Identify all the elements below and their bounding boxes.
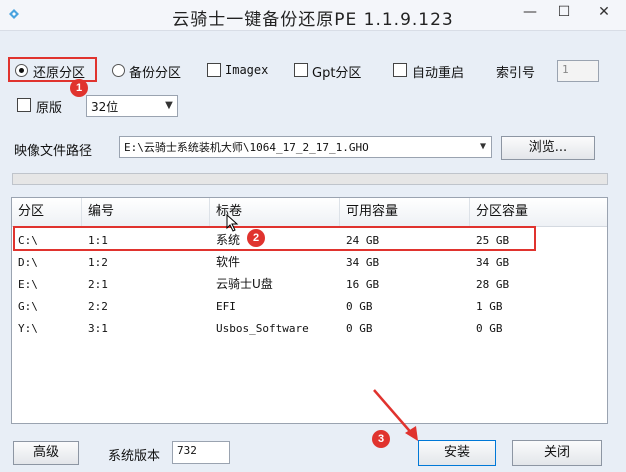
backup-partition-label: 备份分区 — [129, 66, 182, 81]
minimize-icon[interactable]: — — [516, 2, 544, 22]
browse-button[interactable]: 浏览... — [501, 136, 595, 160]
table-row[interactable]: G:\ 2:2 EFI 0 GB 1 GB — [12, 296, 607, 317]
original-version-checkbox[interactable] — [17, 98, 31, 112]
cell-number: 2:1 — [88, 278, 108, 291]
bits-select[interactable]: 32位 ▼ — [86, 95, 178, 117]
cell-number: 1:2 — [88, 256, 108, 269]
cell-partition: Y:\ — [18, 322, 38, 335]
cell-free-space: 0 GB — [346, 300, 373, 313]
cell-partition: G:\ — [18, 300, 38, 313]
image-path-select[interactable]: E:\云骑士系统装机大师\1064_17_2_17_1.GHO ▼ — [119, 136, 492, 158]
step-badge-2: 2 — [247, 229, 265, 247]
table-row[interactable]: E:\ 2:1 云骑士U盘 16 GB 28 GB — [12, 274, 607, 295]
table-header: 分区 编号 标卷 可用容量 分区容量 — [12, 198, 607, 227]
gpt-partition-checkbox[interactable] — [294, 63, 308, 77]
cell-volume: EFI — [216, 300, 236, 313]
auto-reboot-label: 自动重启 — [412, 66, 465, 81]
cell-capacity: 1 GB — [476, 300, 503, 313]
header-partition: 分区 — [12, 198, 82, 226]
restore-partition-radio[interactable] — [15, 64, 28, 77]
cell-partition: E:\ — [18, 278, 38, 291]
gpt-partition-label: Gpt分区 — [312, 66, 362, 81]
header-number: 编号 — [82, 198, 210, 226]
chevron-down-icon: ▼ — [165, 100, 173, 111]
cell-partition: D:\ — [18, 256, 38, 269]
selected-row-highlight-box — [13, 226, 536, 251]
cell-number: 3:1 — [88, 322, 108, 335]
bits-select-value: 32位 — [91, 100, 119, 114]
table-row[interactable]: D:\ 1:2 软件 34 GB 34 GB — [12, 252, 607, 273]
cell-capacity: 0 GB — [476, 322, 503, 335]
version-input[interactable]: 732 — [172, 441, 230, 464]
version-label: 系统版本 — [108, 449, 161, 464]
index-input[interactable]: 1 — [557, 60, 599, 82]
cell-free-space: 34 GB — [346, 256, 380, 269]
path-chevron-down-icon: ▼ — [475, 137, 491, 157]
maximize-icon[interactable]: ☐ — [550, 2, 578, 22]
close-window-icon[interactable]: ✕ — [590, 2, 618, 22]
imagex-checkbox[interactable] — [207, 63, 221, 77]
close-button[interactable]: 关闭 — [512, 440, 602, 466]
table-row[interactable]: Y:\ 3:1 Usbos_Software 0 GB 0 GB — [12, 318, 607, 339]
install-button[interactable]: 安装 — [418, 440, 496, 466]
backup-partition-radio[interactable] — [112, 64, 125, 77]
original-version-label: 原版 — [36, 101, 63, 116]
header-capacity: 分区容量 — [476, 204, 529, 219]
imagex-label: Imagex — [225, 63, 269, 77]
cell-free-space: 16 GB — [346, 278, 380, 291]
progress-bar — [12, 173, 608, 185]
auto-reboot-checkbox[interactable] — [393, 63, 407, 77]
index-label: 索引号 — [496, 66, 536, 81]
cell-capacity: 34 GB — [476, 256, 510, 269]
cell-number: 2:2 — [88, 300, 108, 313]
mouse-cursor-icon — [226, 214, 239, 232]
advanced-button[interactable]: 高级 — [13, 441, 79, 465]
cell-volume: 软件 — [216, 255, 241, 269]
cell-volume: 云骑士U盘 — [216, 277, 273, 291]
image-path-value: E:\云骑士系统装机大师\1064_17_2_17_1.GHO — [124, 141, 369, 154]
step-badge-3: 3 — [372, 430, 390, 448]
image-path-label: 映像文件路径 — [14, 144, 93, 159]
cell-volume: Usbos_Software — [216, 322, 309, 335]
header-free-space: 可用容量 — [340, 198, 470, 226]
cell-capacity: 28 GB — [476, 278, 510, 291]
cell-free-space: 0 GB — [346, 322, 373, 335]
